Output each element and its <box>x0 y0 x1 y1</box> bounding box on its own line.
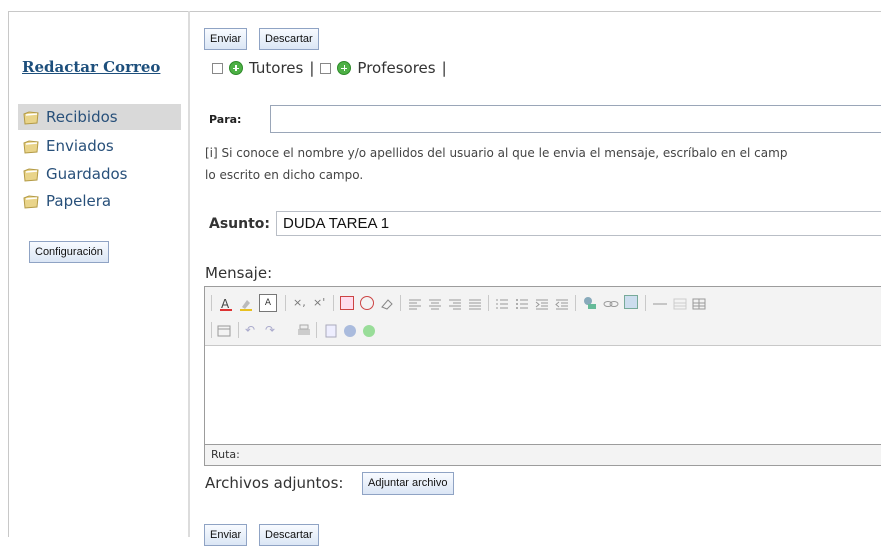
toolbar-separator <box>575 295 576 311</box>
horizontal-rule-icon[interactable] <box>653 296 667 310</box>
frame-top-border <box>8 11 881 12</box>
toolbar-separator <box>488 295 489 311</box>
toolbar-separator <box>400 295 401 311</box>
message-label: Mensaje: <box>205 264 273 282</box>
tutores-label: Tutores <box>249 59 304 77</box>
sidebar-item-label: Enviados <box>46 137 114 155</box>
unordered-list-icon[interactable] <box>515 296 529 310</box>
attachments-label: Archivos adjuntos: <box>205 474 344 492</box>
anchor-icon[interactable] <box>582 295 596 309</box>
folder-icon <box>22 108 40 126</box>
print-icon[interactable] <box>297 323 311 337</box>
folder-icon <box>22 137 40 155</box>
editor-path-bar: Ruta: <box>205 444 881 465</box>
font-color-icon[interactable]: A <box>219 296 233 311</box>
align-justify-icon[interactable] <box>468 296 482 310</box>
compose-mail-link[interactable]: Redactar Correo <box>22 58 160 76</box>
send-button-bottom[interactable]: Enviar <box>204 524 248 546</box>
source-icon[interactable] <box>324 323 338 338</box>
add-profesores-icon[interactable] <box>337 61 352 75</box>
profesores-checkbox[interactable] <box>320 62 332 74</box>
toolbar-separator <box>316 322 317 338</box>
subject-input[interactable]: DUDA TAREA 1 <box>276 211 881 236</box>
subject-label: Asunto: <box>209 216 271 232</box>
discard-button-bottom[interactable]: Descartar <box>259 524 319 546</box>
add-tutores-icon[interactable] <box>229 61 243 75</box>
toolbar-separator <box>211 295 212 311</box>
align-center-icon[interactable] <box>428 296 442 310</box>
frame-left-border <box>8 11 9 537</box>
sidebar-item-papelera[interactable]: Papelera <box>18 188 111 214</box>
redo-icon[interactable]: ↷ <box>265 323 279 337</box>
sidebar-item-guardados[interactable]: Guardados <box>18 161 127 187</box>
recipient-groups: Tutores | Profesores | <box>212 59 453 77</box>
help-icon[interactable] <box>343 323 357 337</box>
info-icon[interactable] <box>362 323 376 337</box>
svg-text:A: A <box>221 297 230 311</box>
sidebar-item-label: Guardados <box>46 165 128 183</box>
font-size-icon[interactable]: A <box>259 294 277 312</box>
align-left-icon[interactable] <box>408 296 422 310</box>
sidebar-divider <box>188 11 190 537</box>
folder-icon <box>22 165 40 183</box>
toolbar-separator <box>238 322 239 338</box>
editor-toolbar: A A ×, ×' ↶ ↷ <box>205 287 881 346</box>
toolbar-separator <box>333 295 334 311</box>
paste-word-icon[interactable] <box>340 296 354 310</box>
hint-text-line2: lo escrito en dicho campo. <box>205 168 364 182</box>
image-icon[interactable] <box>624 295 638 309</box>
separator: | <box>309 59 315 77</box>
toolbar-separator <box>211 322 212 338</box>
subscript-icon[interactable]: ×, <box>293 296 307 310</box>
superscript-icon[interactable]: ×' <box>313 296 327 310</box>
indent-icon[interactable] <box>535 296 549 310</box>
profesores-label: Profesores <box>357 59 436 77</box>
to-input[interactable] <box>270 105 881 133</box>
settings-button[interactable]: Configuración <box>29 241 109 263</box>
source-table-icon[interactable] <box>217 323 231 337</box>
highlight-icon[interactable] <box>239 296 253 311</box>
discard-button[interactable]: Descartar <box>259 28 319 50</box>
outdent-icon[interactable] <box>555 296 569 310</box>
sidebar-item-label: Papelera <box>46 192 112 210</box>
folder-icon <box>22 192 40 210</box>
attach-file-button[interactable]: Adjuntar archivo <box>362 472 454 495</box>
link-icon[interactable] <box>603 296 619 310</box>
undo-icon[interactable]: ↶ <box>245 323 259 337</box>
sidebar-item-enviados[interactable]: Enviados <box>18 133 114 159</box>
hint-text-line1: [i] Si conoce el nombre y/o apellidos de… <box>205 146 788 160</box>
toolbar-separator <box>645 295 646 311</box>
eraser-icon[interactable] <box>380 296 394 310</box>
sidebar-item-recibidos[interactable]: Recibidos <box>18 104 181 130</box>
align-right-icon[interactable] <box>448 296 462 310</box>
sidebar-item-label: Recibidos <box>46 108 118 126</box>
message-editor: A A ×, ×' ↶ ↷ Ruta: <box>204 286 881 466</box>
toolbar-separator <box>285 295 286 311</box>
no-format-icon[interactable] <box>360 296 374 310</box>
to-label: Para: <box>209 113 242 126</box>
separator: | <box>441 59 447 77</box>
table-props-icon[interactable] <box>692 296 706 310</box>
ordered-list-icon[interactable] <box>495 296 509 310</box>
tutores-checkbox[interactable] <box>212 62 223 74</box>
table-icon[interactable] <box>673 296 687 310</box>
send-button[interactable]: Enviar <box>204 28 248 50</box>
